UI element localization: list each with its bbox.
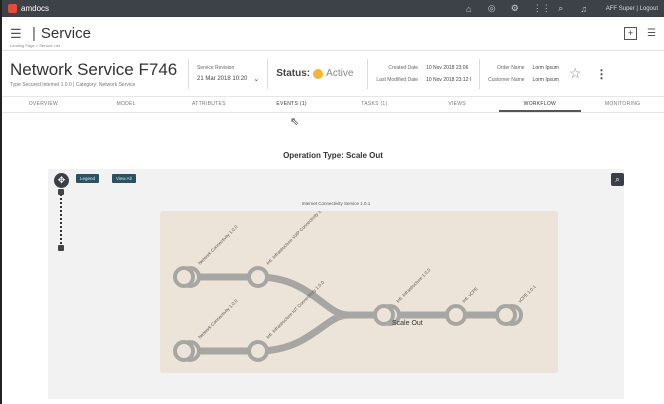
revision-value: 21 Mar 2018 10:20 — [197, 75, 248, 82]
zoom-in-handle[interactable] — [58, 189, 64, 195]
divider — [267, 58, 269, 89]
customer-label: Customer Name — [488, 76, 525, 83]
tab-tasks[interactable]: TASKS (1) — [333, 97, 416, 112]
zoom-out-handle[interactable] — [58, 245, 64, 251]
hamburger-menu-icon[interactable]: ☰ — [10, 27, 24, 40]
service-name: Network Service F746 — [10, 59, 178, 79]
tab-model[interactable]: MODEL — [85, 97, 168, 112]
divider — [367, 58, 369, 89]
status: Status: Active — [276, 68, 353, 79]
top-bar: amdocs ⌂ ◎ ⚙ ⋮⋮ ⌕ ♫ AFF Super | Logout — [2, 0, 664, 17]
tab-bar: OVERVIEW MODEL ATTRIBUTES EVENTS (1) TAS… — [2, 97, 664, 113]
service-info: Network Service F746 Type Secured Intern… — [2, 51, 664, 97]
star-icon[interactable]: ☆ — [569, 65, 582, 82]
bell-icon[interactable]: ♫ — [579, 4, 589, 14]
operation-type: Operation Type: Scale Out — [283, 151, 383, 160]
created-label: Created Date — [388, 64, 419, 71]
workflow-node-4[interactable] — [247, 340, 269, 362]
service-subtitle: Type Secured Internet 1.0.0 | Category: … — [10, 81, 136, 88]
app-window: amdocs ⌂ ◎ ⚙ ⋮⋮ ⌕ ♫ AFF Super | Logout ☰… — [0, 0, 664, 404]
workflow-canvas[interactable]: ✥ Legend View All ⌕ Internet Connectivit… — [48, 169, 624, 399]
more-menu-icon[interactable]: ⋮ — [596, 67, 608, 81]
amdocs-logo-icon — [8, 4, 17, 13]
brand[interactable]: amdocs — [8, 4, 49, 13]
order-label: Order Name — [497, 64, 525, 71]
mouse-cursor-icon: ⇖ — [290, 116, 300, 128]
node-6-label: Intl. vCPE — [461, 286, 479, 304]
status-label: Status: — [276, 68, 311, 79]
legend-button[interactable]: Legend — [76, 174, 100, 183]
status-value: Active — [326, 68, 354, 79]
created-value: 10 Nov 2018 23:06 — [426, 64, 469, 71]
node-5-label: Intl. Infrastructure 1.0.0 — [395, 267, 432, 304]
node-2-label: Intl. Infrastructure VoIP Connectivity 1… — [265, 211, 327, 266]
modified-label: Last Modified Date — [376, 76, 419, 83]
node-1-label: Network Connectivity 1.0.0 — [197, 224, 239, 266]
customer-value: Lorm Ipsum — [532, 76, 559, 83]
tab-views[interactable]: VIEWS — [416, 97, 499, 112]
user-logout[interactable]: AFF Super | Logout — [606, 6, 658, 12]
workflow-content: ⇖ Operation Type: Scale Out ✥ Legend Vie… — [2, 113, 664, 403]
revision-block: Service Revision 21 Mar 2018 10:20 ⌄ — [197, 65, 259, 83]
top-icons: ⌂ ◎ ⚙ ⋮⋮ ⌕ ♫ AFF Super | Logout — [464, 3, 658, 14]
node-3-label: Network Connectivity 1.0.0 — [197, 298, 239, 340]
modified-value: 10 Nov 2018 23:12 I — [426, 76, 472, 83]
workflow-node-7-back — [495, 304, 517, 326]
page-header: ☰ | Service Landing Page > Service List +… — [2, 17, 664, 51]
revision-select[interactable]: 21 Mar 2018 10:20 ⌄ — [197, 75, 259, 83]
workflow-graph: Network Connectivity 1.0.0 Intl. Infrast… — [173, 211, 537, 362]
help-icon[interactable]: ◎ — [487, 3, 497, 14]
order-block: Order Name Lorm Ipsum Customer Name Lorm… — [488, 65, 559, 83]
home-icon[interactable]: ⌂ — [464, 4, 474, 14]
add-button[interactable]: + — [624, 27, 638, 40]
flow-container: Network Connectivity 1.0.0 Intl. Infrast… — [160, 211, 558, 373]
canvas-search-icon[interactable]: ⌕ — [611, 173, 624, 186]
tab-monitoring[interactable]: MONITORING — [581, 97, 664, 112]
workflow-node-2[interactable] — [247, 266, 269, 288]
divider — [479, 58, 481, 89]
breadcrumb[interactable]: Landing Page > Service List — [10, 43, 60, 48]
zoom-slider[interactable] — [60, 191, 62, 247]
search-icon[interactable]: ⌕ — [556, 3, 566, 14]
brand-name: amdocs — [21, 4, 50, 13]
order-value: Lorm Ipsum — [532, 64, 559, 71]
workflow-node-6[interactable] — [445, 304, 467, 326]
view-all-button[interactable]: View All — [112, 174, 136, 183]
filter-icon[interactable]: ☰ — [647, 28, 656, 39]
tab-workflow[interactable]: WORKFLOW — [498, 97, 582, 112]
dates-block: Created Date 10 Nov 2018 23:06 Last Modi… — [376, 65, 471, 83]
workflow-node-5-back — [373, 304, 395, 326]
page-title: | Service — [32, 25, 91, 42]
workflow-node-1-back — [173, 266, 195, 288]
divider — [188, 58, 189, 89]
tab-events[interactable]: EVENTS (1) — [250, 97, 333, 112]
tab-attributes[interactable]: ATTRIBUTES — [168, 97, 251, 112]
status-dot-icon — [313, 68, 324, 79]
revision-label: Service Revision — [197, 64, 235, 71]
node-7-label: vCPE 1.0.1 — [517, 284, 537, 304]
service-title: Internet Connectivity Service 1.0.1 — [301, 201, 371, 206]
pan-control-icon[interactable]: ✥ — [54, 173, 69, 188]
tab-overview[interactable]: OVERVIEW — [2, 97, 85, 112]
workflow-node-3-back — [173, 340, 195, 362]
scale-out-label: Scale Out — [392, 320, 423, 327]
settings-icon[interactable]: ⚙ — [510, 3, 520, 14]
apps-icon[interactable]: ⋮⋮ — [533, 3, 551, 14]
chevron-down-icon: ⌄ — [253, 75, 260, 83]
